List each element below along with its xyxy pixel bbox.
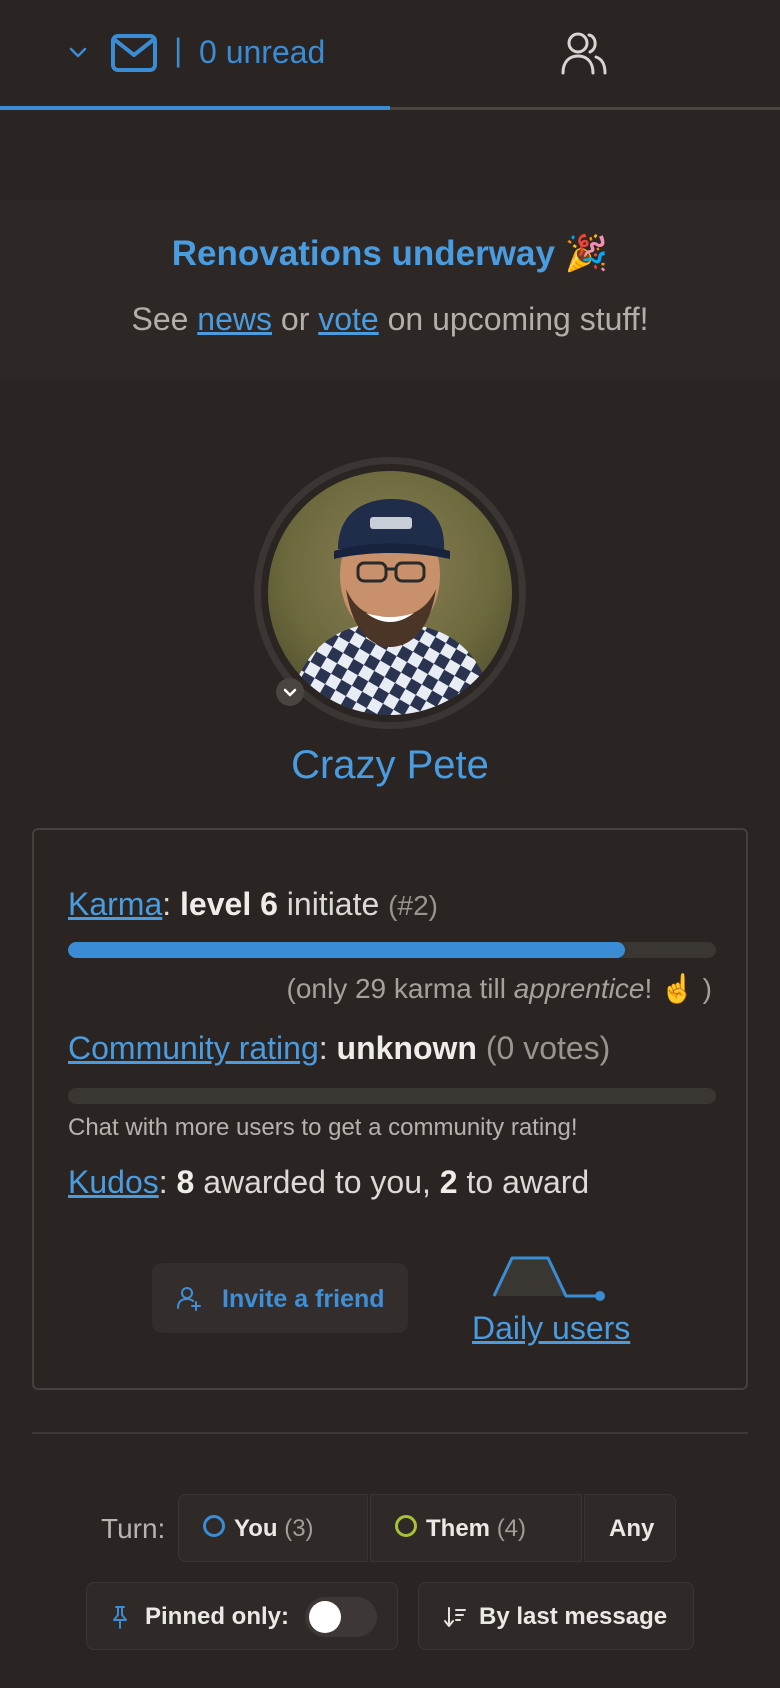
kudos-link[interactable]: Kudos — [68, 1164, 159, 1200]
invite-friend-label: Invite a friend — [222, 1285, 385, 1313]
sort-icon — [444, 1607, 466, 1627]
tab-messages[interactable]: | 0 unread — [0, 0, 390, 110]
tab-users[interactable] — [390, 0, 780, 110]
karma-level: level 6 — [180, 886, 278, 922]
stats-card: Karma: level 6 initiate (#2) (only 29 ka… — [32, 828, 748, 1390]
banner-text: or — [272, 301, 319, 337]
sort-label: By last message — [479, 1603, 668, 1630]
tab-separator: | — [174, 32, 183, 68]
unread-count: 0 unread — [199, 34, 326, 70]
karma-colon: : — [162, 886, 181, 922]
users-icon — [561, 32, 607, 75]
banner-subtitle: See news or vote on upcoming stuff! — [0, 301, 780, 338]
invite-friend-button[interactable]: Invite a friend — [152, 1263, 408, 1333]
turn-you-button[interactable]: You (3) — [178, 1494, 368, 1562]
top-tabs: | 0 unread — [0, 0, 780, 110]
karma-link[interactable]: Karma — [68, 886, 162, 922]
news-link[interactable]: news — [197, 301, 272, 337]
karma-note-text: ! ☝️ ) — [644, 973, 712, 1004]
kudos-to-award: 2 — [439, 1164, 458, 1200]
kudos-awarded: 8 — [176, 1164, 195, 1200]
toggle-knob — [309, 1601, 341, 1633]
community-progress-bar — [68, 1088, 716, 1104]
community-value: unknown — [336, 1030, 477, 1066]
turn-any-label: Any — [609, 1515, 655, 1542]
daily-users-sparkline — [492, 1256, 605, 1301]
banner-text: See — [131, 301, 198, 337]
turn-label: Turn: — [101, 1513, 166, 1544]
turn-them-button[interactable]: Them (4) — [370, 1494, 582, 1562]
pinned-only-toggle[interactable] — [305, 1597, 377, 1637]
community-row: Community rating: unknown (0 votes) — [68, 1030, 610, 1067]
pinned-only-label: Pinned only: — [145, 1603, 289, 1630]
karma-progress-bar — [68, 942, 716, 958]
community-note: Chat with more users to get a community … — [68, 1114, 578, 1141]
turn-you-circle-icon — [203, 1515, 225, 1537]
kudos-row: Kudos: 8 awarded to you, 2 to award — [68, 1164, 589, 1201]
turn-you-count: (3) — [284, 1515, 314, 1542]
pin-icon — [113, 1606, 127, 1629]
section-divider — [32, 1432, 748, 1434]
karma-rank-word: initiate — [277, 886, 389, 922]
mail-icon — [111, 34, 157, 72]
kudos-colon: : — [158, 1164, 177, 1200]
karma-row: Karma: level 6 initiate (#2) — [68, 886, 438, 923]
vote-link[interactable]: vote — [318, 301, 378, 337]
kudos-text: awarded to you, — [194, 1164, 440, 1200]
kudos-text: to award — [457, 1164, 590, 1200]
pinned-only-filter[interactable]: Pinned only: — [86, 1582, 398, 1650]
karma-note-text: (only 29 karma till — [286, 973, 514, 1004]
sort-by-last-message-button[interactable]: By last message — [418, 1582, 694, 1650]
community-colon: : — [318, 1030, 337, 1066]
karma-note-rank: apprentice — [513, 973, 645, 1004]
announcement-banner: Renovations underway 🎉 See news or vote … — [0, 200, 780, 380]
community-rating-link[interactable]: Community rating — [68, 1030, 319, 1066]
karma-note: (only 29 karma till apprentice! ☝️ ) — [287, 972, 712, 1005]
banner-title: Renovations underway 🎉 — [171, 234, 609, 273]
turn-you-label: You — [234, 1515, 278, 1542]
chevron-down-icon — [283, 688, 297, 697]
turn-them-count: (4) — [496, 1515, 527, 1542]
turn-them-circle-icon — [395, 1515, 417, 1537]
chevron-down-icon[interactable] — [66, 40, 90, 64]
username: Crazy Pete — [291, 743, 489, 787]
avatar-photo — [268, 471, 512, 715]
banner-text: on upcoming stuff! — [378, 301, 649, 337]
karma-rank: (#2) — [388, 890, 438, 921]
daily-users-link[interactable]: Daily users — [472, 1310, 630, 1347]
add-user-icon — [177, 1287, 201, 1311]
avatar-menu-badge[interactable] — [276, 678, 304, 706]
turn-any-button[interactable]: Any — [584, 1494, 676, 1562]
avatar[interactable] — [268, 471, 512, 715]
karma-progress-fill — [68, 942, 626, 958]
community-votes: (0 votes) — [476, 1030, 611, 1066]
turn-them-label: Them — [426, 1515, 491, 1542]
